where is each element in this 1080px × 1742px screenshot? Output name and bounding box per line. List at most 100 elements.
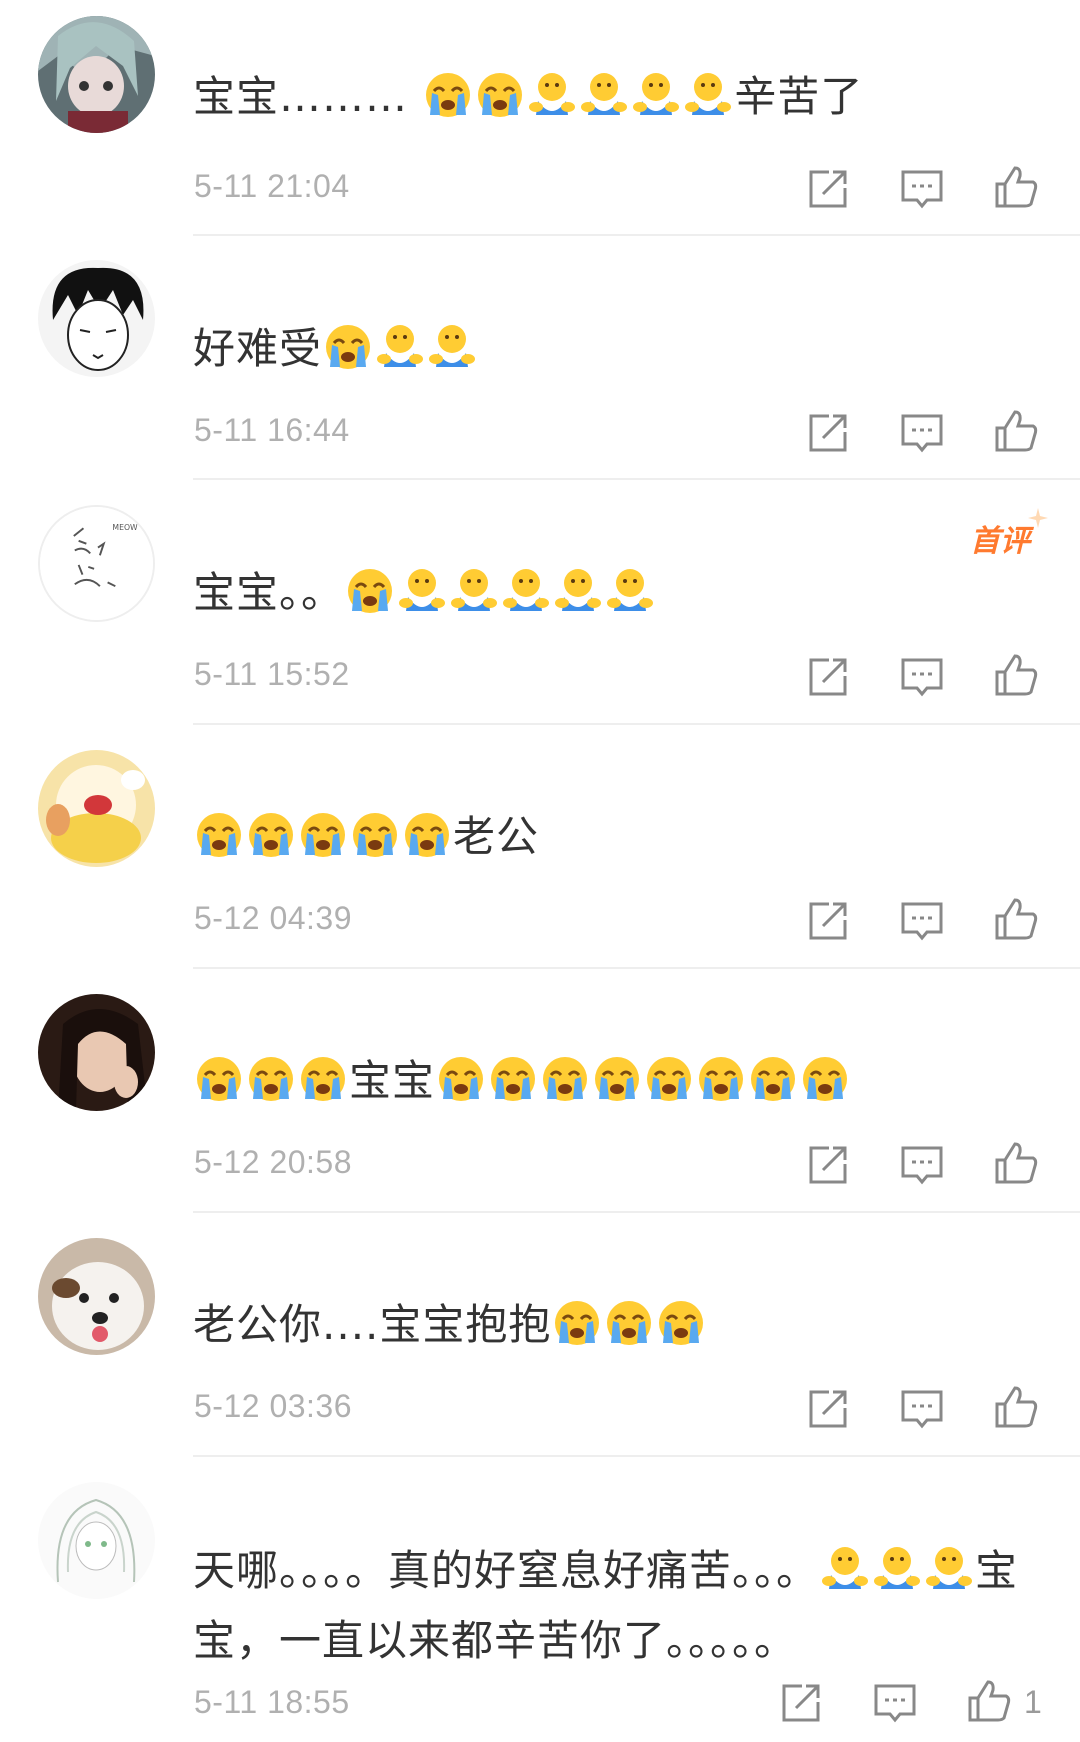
comment-time: 5-11 18:55 xyxy=(194,1684,350,1720)
avatar-image: MEOW xyxy=(40,507,153,620)
share-icon xyxy=(782,1684,820,1722)
avatar-image xyxy=(38,1238,155,1355)
crying-emoji xyxy=(351,811,399,876)
share-icon xyxy=(809,658,847,696)
like-button[interactable] xyxy=(993,896,1039,942)
sparkle-icon xyxy=(1028,508,1048,528)
crying-emoji xyxy=(605,1299,653,1364)
crying-emoji xyxy=(195,811,243,876)
reply-button[interactable] xyxy=(899,1142,945,1188)
crying-emoji xyxy=(299,811,347,876)
hug-emoji xyxy=(554,567,602,632)
crying-emoji xyxy=(403,811,451,876)
comment-time: 5-12 20:58 xyxy=(194,1144,353,1180)
comment-time: 5-11 21:04 xyxy=(194,168,350,204)
divider xyxy=(193,967,1080,969)
share-icon xyxy=(809,170,847,208)
hug-emoji xyxy=(873,1545,921,1610)
thumbs-up-icon xyxy=(995,654,1038,696)
comment-time: 5-12 04:39 xyxy=(194,900,353,936)
hug-emoji xyxy=(450,567,498,632)
reply-button[interactable] xyxy=(899,410,945,456)
comment-time: 5-11 16:44 xyxy=(194,412,350,448)
hug-emoji xyxy=(528,71,576,136)
comment-text: 好难受 xyxy=(193,318,478,388)
like-button[interactable] xyxy=(993,1140,1039,1186)
like-button[interactable] xyxy=(966,1678,1012,1724)
reply-icon xyxy=(901,658,943,697)
crying-emoji xyxy=(593,1055,641,1120)
crying-emoji xyxy=(541,1055,589,1120)
reply-button[interactable] xyxy=(899,898,945,944)
avatar-image xyxy=(38,750,155,867)
like-button[interactable] xyxy=(993,652,1039,698)
share-button[interactable] xyxy=(805,654,851,700)
share-button[interactable] xyxy=(805,410,851,456)
reply-button[interactable] xyxy=(872,1680,918,1726)
avatar-image xyxy=(38,994,155,1111)
share-icon xyxy=(809,414,847,452)
comment-text: 老公你....宝宝抱抱 xyxy=(193,1294,707,1364)
comment-text: 宝宝……… 辛苦了 xyxy=(193,66,863,136)
comment-text: 宝宝。。 xyxy=(193,562,656,632)
thumbs-up-icon xyxy=(995,410,1038,452)
thumbs-up-icon xyxy=(995,1142,1038,1184)
reply-button[interactable] xyxy=(899,1386,945,1432)
divider xyxy=(193,234,1080,236)
avatar[interactable] xyxy=(38,1238,155,1355)
divider xyxy=(193,1455,1080,1457)
crying-emoji xyxy=(247,811,295,876)
avatar[interactable] xyxy=(38,260,155,377)
share-button[interactable] xyxy=(805,166,851,212)
share-button[interactable] xyxy=(778,1680,824,1726)
share-button[interactable] xyxy=(805,1386,851,1432)
crying-emoji xyxy=(749,1055,797,1120)
avatar-image xyxy=(38,260,155,377)
avatar[interactable] xyxy=(38,750,155,867)
avatar[interactable] xyxy=(38,1482,155,1599)
crying-emoji xyxy=(657,1299,705,1364)
hug-emoji xyxy=(821,1545,869,1610)
hug-emoji xyxy=(632,71,680,136)
hug-emoji xyxy=(502,567,550,632)
crying-emoji xyxy=(801,1055,849,1120)
share-icon xyxy=(809,1146,847,1184)
reply-button[interactable] xyxy=(899,166,945,212)
crying-emoji xyxy=(476,71,524,136)
hug-emoji xyxy=(925,1545,973,1610)
crying-emoji xyxy=(247,1055,295,1120)
reply-icon xyxy=(901,1146,943,1185)
reply-icon xyxy=(901,414,943,453)
avatar[interactable] xyxy=(38,16,155,133)
hug-emoji xyxy=(606,567,654,632)
avatar-image xyxy=(38,1482,155,1599)
hug-emoji xyxy=(398,567,446,632)
comment-text: 天哪。。。。真的好窒息好痛苦。。。 宝宝，一直以来都辛苦你了。。。。。 xyxy=(193,1545,1019,1665)
share-icon xyxy=(809,902,847,940)
reply-icon xyxy=(901,1390,943,1429)
comment-text: 老公 xyxy=(193,806,539,876)
avatar[interactable] xyxy=(38,994,155,1111)
reply-button[interactable] xyxy=(899,654,945,700)
hug-emoji xyxy=(684,71,732,136)
crying-emoji xyxy=(346,567,394,632)
crying-emoji xyxy=(645,1055,693,1120)
like-button[interactable] xyxy=(993,1384,1039,1430)
thumbs-up-icon xyxy=(995,1386,1038,1428)
hug-emoji xyxy=(428,323,476,388)
crying-emoji xyxy=(299,1055,347,1120)
divider xyxy=(193,1211,1080,1213)
reply-icon xyxy=(874,1684,916,1723)
share-button[interactable] xyxy=(805,1142,851,1188)
like-count: 1 xyxy=(1024,1684,1042,1720)
crying-emoji xyxy=(437,1055,485,1120)
hug-emoji xyxy=(376,323,424,388)
share-button[interactable] xyxy=(805,898,851,944)
divider xyxy=(193,723,1080,725)
avatar[interactable]: MEOW xyxy=(38,505,155,622)
crying-emoji xyxy=(424,71,472,136)
thumbs-up-icon xyxy=(968,1680,1011,1722)
like-button[interactable] xyxy=(993,164,1039,210)
like-button[interactable] xyxy=(993,408,1039,454)
comment-text: 宝宝 xyxy=(193,1050,851,1120)
